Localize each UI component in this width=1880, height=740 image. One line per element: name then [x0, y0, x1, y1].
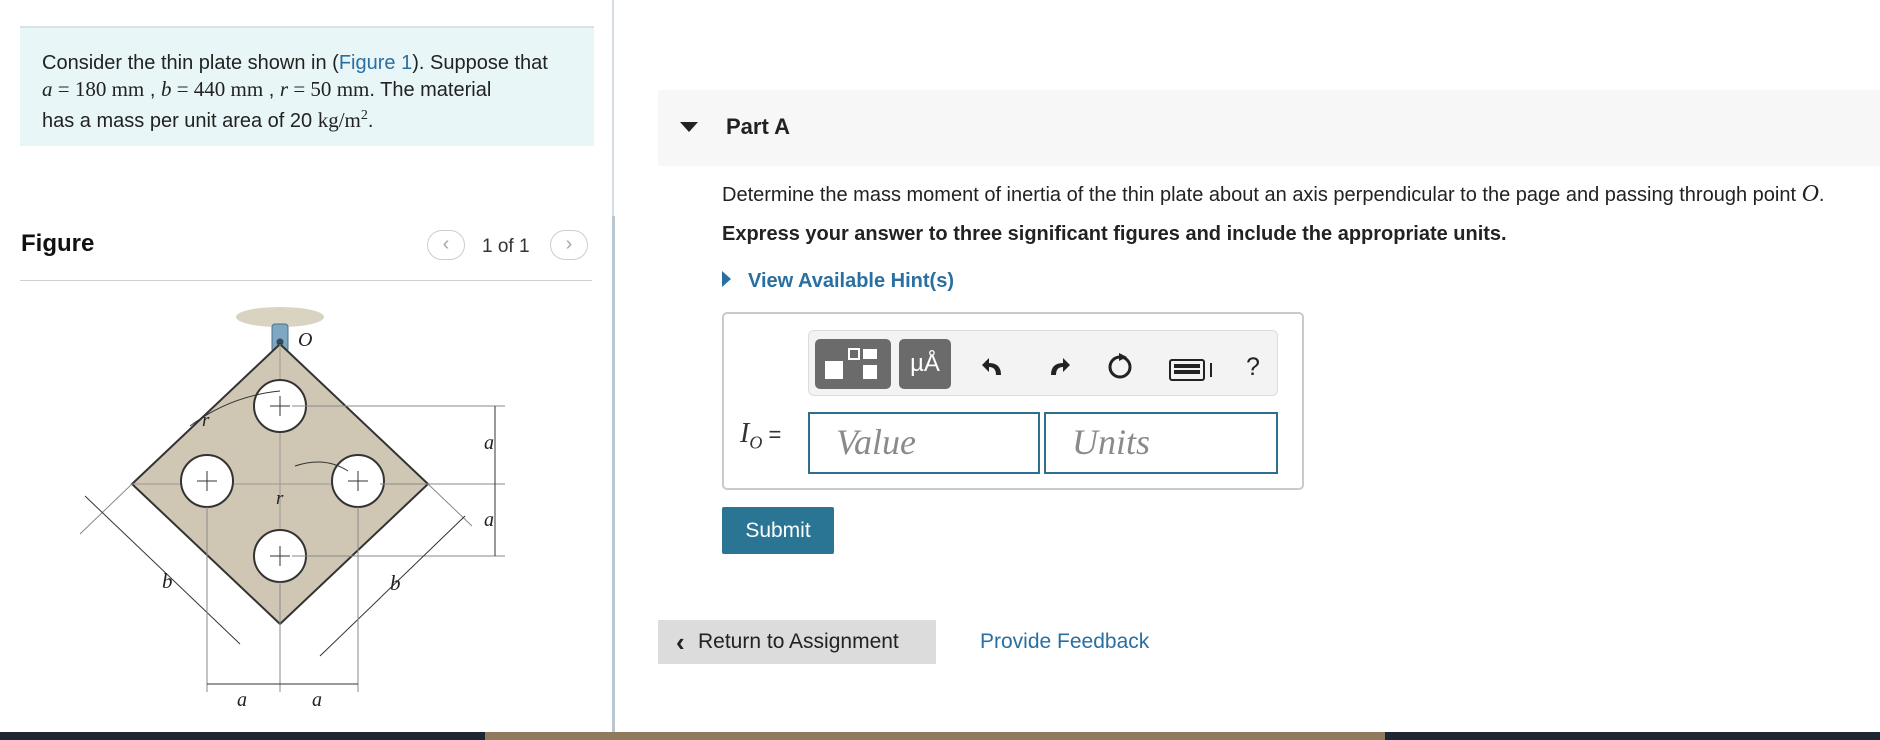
- desktop-strip: [485, 732, 1385, 740]
- part-a-header[interactable]: Part A: [658, 90, 1880, 166]
- next-figure-button[interactable]: ›: [550, 230, 588, 260]
- figure-title: Figure: [21, 230, 95, 257]
- hole-left: [180, 454, 234, 508]
- submit-button[interactable]: Submit: [722, 507, 834, 554]
- label-b-left: b: [162, 569, 173, 593]
- label-o: O: [298, 329, 312, 351]
- answer-box: µÅ ? IO = Value Units: [722, 312, 1304, 490]
- label-a-bottom-left: a: [237, 689, 247, 711]
- chevron-left-icon: ‹: [676, 627, 685, 657]
- hole-right: [331, 454, 385, 508]
- left-panel: Consider the thin plate shown in (Figure…: [0, 0, 614, 740]
- return-to-assignment-button[interactable]: ‹ Return to Assignment: [658, 620, 936, 664]
- figure-link[interactable]: Figure 1: [339, 52, 412, 74]
- return-label: Return to Assignment: [698, 630, 899, 653]
- dim-b-right-ext: [427, 483, 473, 527]
- mass-unit: kg/m2: [317, 108, 368, 132]
- units-button[interactable]: µÅ: [899, 339, 951, 389]
- dim-b-left-ext: [80, 483, 133, 535]
- reset-icon[interactable]: [1105, 351, 1135, 381]
- figure-pager: 1 of 1: [482, 236, 530, 257]
- problem-statement: Consider the thin plate shown in (Figure…: [20, 26, 594, 146]
- b-value: b = 440 mm: [160, 77, 264, 101]
- redo-icon[interactable]: [1043, 353, 1071, 379]
- instruction-text: Express your answer to three significant…: [722, 223, 1507, 245]
- keyboard-icon[interactable]: [1169, 359, 1219, 381]
- mass-text: has a mass per unit area of 20: [42, 110, 318, 132]
- collapse-caret-icon[interactable]: [680, 122, 698, 132]
- label-r-mid: r: [276, 488, 284, 509]
- point-o: O: [1801, 181, 1819, 207]
- templates-button[interactable]: [815, 339, 891, 389]
- problem-intro: Consider the thin plate shown in (: [42, 52, 339, 74]
- label-r-top: r: [202, 410, 210, 431]
- math-toolbar: µÅ ?: [808, 330, 1278, 396]
- figure-header: Figure ‹ 1 of 1 ›: [20, 226, 592, 281]
- view-hints-link[interactable]: View Available Hint(s): [748, 270, 954, 293]
- provide-feedback-link[interactable]: Provide Feedback: [980, 630, 1149, 654]
- templates-icon: [825, 348, 877, 379]
- label-a-right-bottom: a: [484, 509, 494, 531]
- question-text: Determine the mass moment of inertia of …: [722, 181, 1825, 207]
- label-a-bottom-right: a: [312, 689, 322, 711]
- label-a-right-top: a: [484, 432, 494, 454]
- plate-figure: O r r a a b b a a: [80, 307, 505, 711]
- r-value: r = 50 mm: [279, 77, 370, 101]
- prev-figure-button[interactable]: ‹: [427, 230, 465, 260]
- material-text: . The material: [369, 79, 492, 101]
- problem-after-link: ). Suppose that: [412, 52, 548, 74]
- part-title: Part A: [726, 114, 790, 139]
- undo-icon[interactable]: [981, 353, 1009, 379]
- hint-caret-icon[interactable]: [722, 271, 731, 287]
- panel-divider-scroll[interactable]: [612, 216, 615, 740]
- units-input[interactable]: Units: [1044, 412, 1278, 474]
- value-input[interactable]: Value: [808, 412, 1040, 474]
- help-icon[interactable]: ?: [1246, 353, 1260, 382]
- units-icon: µÅ: [910, 350, 940, 377]
- label-b-right: b: [390, 571, 401, 595]
- chevron-left-icon: ‹: [442, 233, 450, 255]
- a-value: a = 180 mm: [42, 77, 145, 101]
- answer-label: IO =: [740, 418, 782, 453]
- chevron-right-icon: ›: [565, 233, 573, 255]
